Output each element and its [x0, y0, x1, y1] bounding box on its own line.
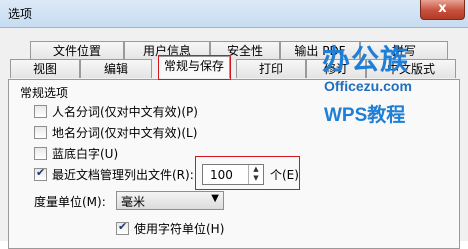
tab-file-location[interactable]: 文件位置 — [30, 41, 124, 60]
place-segmentation-checkbox[interactable] — [34, 126, 47, 139]
measure-unit-value: 毫米 — [121, 195, 146, 209]
logo-chinese-text: 办公族 — [322, 43, 410, 76]
measure-unit-select[interactable]: 毫米 ▼ — [116, 191, 224, 210]
highlight-tab-box — [158, 55, 231, 80]
char-unit-checkbox[interactable] — [116, 220, 129, 235]
window-title: 选项 — [8, 7, 33, 21]
tab-edit[interactable]: 编辑 — [80, 59, 152, 78]
chevron-down-icon: ▼ — [211, 193, 219, 204]
blue-background-label: 蓝底白字(U) — [52, 147, 119, 161]
measure-unit-label: 度量单位(M): — [34, 195, 106, 209]
group-title: 常规选项 — [20, 86, 69, 100]
logo-url-text: Officezu.com — [324, 78, 412, 94]
person-segmentation-checkbox[interactable] — [34, 105, 47, 118]
recent-docs-label: 最近文档管理列出文件(R): — [52, 168, 194, 182]
close-button[interactable]: x — [420, 0, 465, 20]
logo-wps-text: WPS教程 — [324, 105, 406, 126]
tab-view[interactable]: 视图 — [10, 59, 80, 78]
title-bar: 选项 x — [0, 0, 468, 28]
blue-background-checkbox[interactable] — [34, 147, 47, 160]
place-segmentation-label: 地名分词(仅对中文有效)(L) — [52, 126, 198, 140]
tab-print[interactable]: 打印 — [236, 59, 306, 78]
recent-docs-checkbox[interactable] — [34, 166, 47, 181]
person-segmentation-label: 人名分词(仅对中文有效)(P) — [52, 105, 198, 119]
close-icon: x — [438, 1, 447, 16]
char-unit-label: 使用字符单位(H) — [134, 222, 225, 236]
highlight-count-box — [195, 156, 300, 190]
site-watermark-logo: 办公族 Officezu.com WPS教程 — [318, 38, 453, 140]
